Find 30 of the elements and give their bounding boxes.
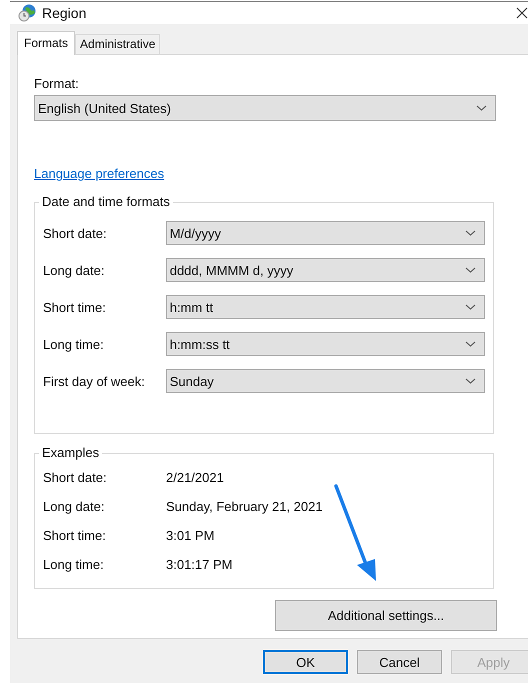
example-label: Long time: <box>43 557 105 572</box>
dropdown[interactable]: dddd, MMMM d, yyyy <box>166 258 485 282</box>
dropdown[interactable]: English (United States) <box>34 95 496 121</box>
group-title: Date and time formats <box>39 194 173 209</box>
example-label: Long date: <box>43 499 106 514</box>
tab[interactable]: Administrative <box>75 34 160 54</box>
dropdown[interactable]: M/d/yyyy <box>166 221 485 245</box>
dropdown[interactable]: Sunday <box>166 369 485 393</box>
dialog-button[interactable]: Cancel <box>357 650 442 674</box>
language-preferences-link[interactable]: Language preferences <box>34 166 164 181</box>
dialog-button[interactable]: OK <box>263 650 348 674</box>
example-label: Short time: <box>43 528 107 543</box>
field-label: Long date: <box>43 262 106 278</box>
dropdown[interactable]: h:mm:ss tt <box>166 332 485 356</box>
example-value: 3:01 PM <box>166 528 214 543</box>
tab[interactable]: Formats <box>17 31 76 55</box>
dialog-button: Apply <box>451 650 528 674</box>
field-label: Long time: <box>43 336 105 352</box>
example-value: Sunday, February 21, 2021 <box>166 499 323 514</box>
additional-settings-button[interactable]: Additional settings... <box>275 600 497 631</box>
example-value: 2/21/2021 <box>166 470 224 485</box>
dropdown[interactable]: h:mm tt <box>166 295 485 319</box>
field-label: Format: <box>34 76 80 91</box>
group-title: Examples <box>39 445 102 460</box>
field-label: Short time: <box>43 300 107 314</box>
example-label: Short date: <box>43 470 108 485</box>
window-title: Region <box>42 5 86 21</box>
example-value: 3:01:17 PM <box>166 557 232 572</box>
field-label: First day of week: <box>43 374 146 388</box>
field-label: Short date: <box>43 226 108 240</box>
